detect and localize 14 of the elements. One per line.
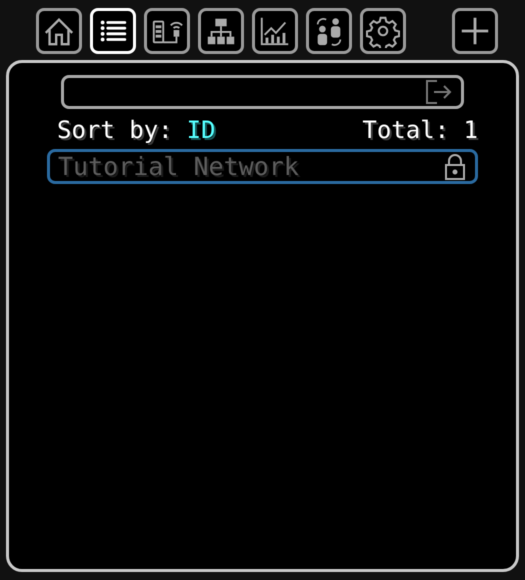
tab[interactable]: [36, 8, 82, 54]
network-name: Tutorial Network: [58, 152, 299, 180]
settings-icon: [366, 14, 400, 48]
tab[interactable]: [198, 8, 244, 54]
sort-label: Sort by:: [57, 115, 173, 145]
add-button[interactable]: [452, 8, 498, 54]
tab[interactable]: [144, 8, 190, 54]
exit-icon[interactable]: [425, 79, 453, 105]
tab[interactable]: [360, 8, 406, 54]
total-count: Total: 1: [362, 115, 478, 145]
search-field[interactable]: [61, 75, 464, 109]
tab[interactable]: [306, 8, 352, 54]
tab[interactable]: [252, 8, 298, 54]
sort-value[interactable]: ID: [186, 115, 216, 145]
